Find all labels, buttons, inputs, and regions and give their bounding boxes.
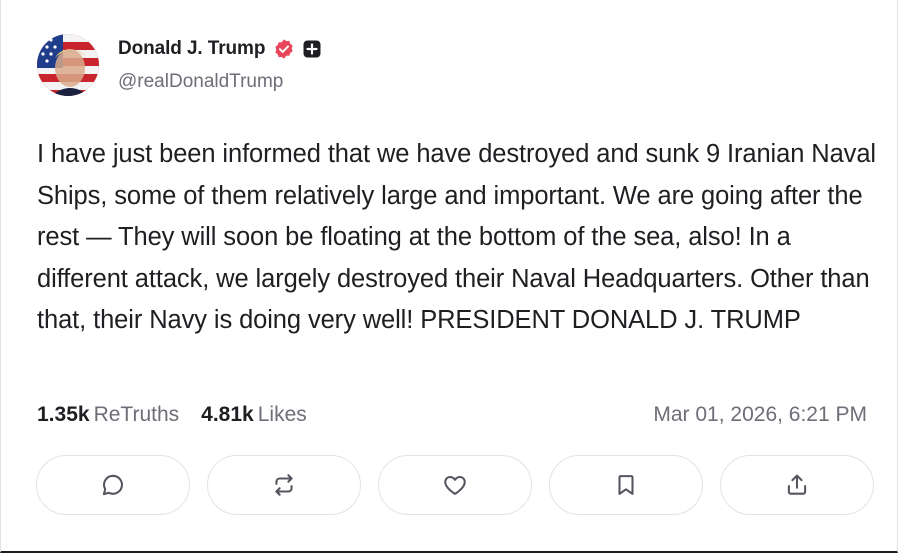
retruth-button[interactable] [207,455,361,515]
comment-icon [102,474,123,496]
bookmark-icon [618,475,634,495]
post-action-bar [36,455,876,517]
share-button[interactable] [720,455,874,515]
share-icon [787,474,807,495]
avatar-image [37,34,99,96]
avatar[interactable] [37,34,99,96]
post-body-text: I have just been informed that we have d… [37,140,876,334]
retruths-label: ReTruths [93,403,180,426]
post-timestamp[interactable]: Mar 01, 2026, 6:21 PM [653,403,867,427]
likes-count: 4.81k [201,403,254,426]
post-header: Donald J. Trump @realDonaldTrump [37,30,537,100]
author-handle[interactable]: @realDonaldTrump [118,71,283,93]
reply-button[interactable] [36,455,190,515]
bookmark-button[interactable] [549,455,703,515]
retruths-count: 1.35k [37,403,90,426]
plus-badge-icon [303,40,321,58]
post-stats-row: 1.35k ReTruths 4.81k Likes Mar 01, 2026, 6… [37,398,867,432]
like-button[interactable] [378,455,532,515]
post-card: Donald J. Trump @realDonaldTrump I have … [0,0,898,553]
verified-badge-icon [273,38,295,60]
repost-icon [275,474,293,496]
heart-icon [444,475,466,495]
author-name-row: Donald J. Trump [118,38,321,60]
retruths-stat[interactable]: 1.35k ReTruths [37,403,179,427]
likes-label: Likes [257,403,307,426]
likes-stat[interactable]: 4.81k Likes [201,403,307,427]
author-display-name[interactable]: Donald J. Trump [118,38,265,60]
